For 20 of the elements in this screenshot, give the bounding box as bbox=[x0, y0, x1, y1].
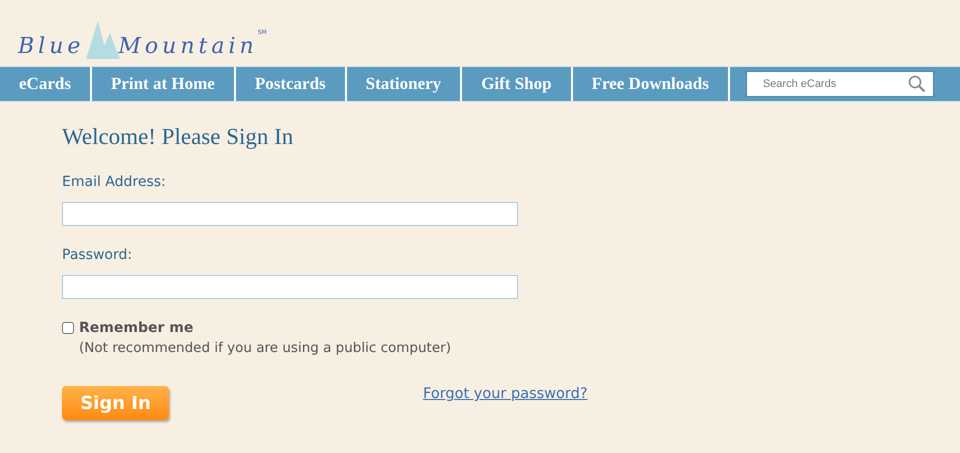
checkbox-label: Remember me bbox=[79, 320, 194, 336]
search-field[interactable]: Search eCards bbox=[746, 71, 934, 97]
search-icon[interactable] bbox=[908, 75, 926, 93]
nav-link[interactable]: Free Downloads bbox=[572, 67, 730, 101]
forgot-password-link[interactable]: Forgot your password? bbox=[423, 386, 588, 402]
sign-in-button[interactable]: Sign In bbox=[62, 386, 169, 420]
input-field[interactable] bbox=[62, 202, 518, 226]
logo-text: Mountain bbox=[118, 34, 258, 59]
nav-link[interactable]: Stationery bbox=[346, 67, 462, 101]
field-label: Email Address: bbox=[62, 174, 166, 190]
nav-link[interactable]: Print at Home bbox=[92, 67, 236, 101]
nav-link[interactable]: Gift Shop bbox=[462, 67, 573, 101]
remember-note: (Not recommended if you are using a public computer) bbox=[79, 340, 451, 356]
logo-text: Blue bbox=[18, 34, 84, 59]
nav-link[interactable]: eCards bbox=[0, 67, 92, 101]
remember-checkbox[interactable] bbox=[62, 322, 74, 334]
nav-link[interactable]: Postcards bbox=[236, 67, 347, 101]
page-title: Welcome! Please Sign In bbox=[62, 124, 294, 150]
input-field[interactable] bbox=[62, 275, 518, 299]
field-label: Password: bbox=[62, 247, 132, 263]
